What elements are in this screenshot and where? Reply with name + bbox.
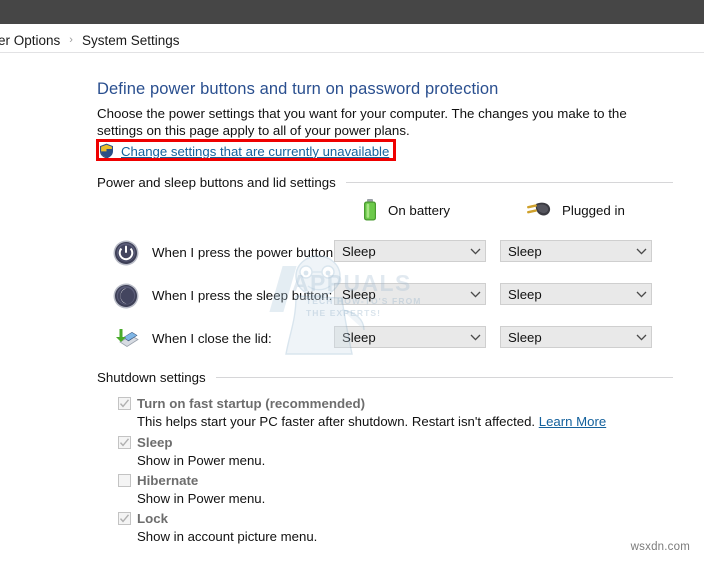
column-header-on-battery: On battery — [362, 198, 450, 222]
close-lid-plugged-dropdown[interactable]: Sleep — [500, 326, 652, 348]
fast-startup-description-text: This helps start your PC faster after sh… — [137, 414, 535, 429]
setting-row-close-lid-label: When I close the lid: — [152, 331, 272, 346]
control-panel-window: er Options › System Settings Define powe… — [0, 0, 704, 562]
laptop-lid-icon — [113, 326, 139, 352]
hibernate-label: Hibernate — [137, 473, 198, 488]
lock-label: Lock — [137, 511, 168, 526]
breadcrumb-item-system-settings[interactable]: System Settings — [82, 33, 180, 48]
fast-startup-label: Turn on fast startup (recommended) — [137, 396, 365, 411]
plug-icon — [524, 200, 552, 220]
power-button-battery-value: Sleep — [342, 244, 465, 259]
sleep-checkbox[interactable] — [118, 436, 131, 449]
shutdown-section-header-label: Shutdown settings — [97, 370, 216, 385]
setting-row-power-button-label: When I press the power button: — [152, 245, 337, 260]
chevron-down-icon — [465, 327, 485, 347]
close-lid-plugged-value: Sleep — [508, 330, 631, 345]
page-description: Choose the power settings that you want … — [97, 105, 664, 139]
lock-checkbox[interactable] — [118, 512, 131, 525]
fast-startup-description: This helps start your PC faster after sh… — [137, 414, 606, 429]
fast-startup-checkbox[interactable] — [118, 397, 131, 410]
shield-icon — [99, 143, 114, 159]
setting-row-sleep-button: When I press the sleep button: Sleep Sle… — [0, 283, 704, 313]
shutdown-section-divider — [216, 377, 673, 378]
battery-icon — [362, 198, 378, 222]
sleep-description: Show in Power menu. — [137, 453, 265, 468]
setting-row-close-lid: When I close the lid: Sleep Sleep — [0, 326, 704, 356]
sleep-button-plugged-value: Sleep — [508, 287, 631, 302]
sleep-button-battery-value: Sleep — [342, 287, 465, 302]
chevron-right-icon: › — [69, 34, 73, 46]
power-button-battery-dropdown[interactable]: Sleep — [334, 240, 486, 262]
power-button-icon — [113, 240, 139, 266]
setting-row-power-button: When I press the power button: Sleep Sle… — [0, 240, 704, 270]
chevron-down-icon — [631, 284, 651, 304]
lock-description: Show in account picture menu. — [137, 529, 317, 544]
shutdown-section-header: Shutdown settings — [97, 370, 673, 385]
close-lid-battery-dropdown[interactable]: Sleep — [334, 326, 486, 348]
power-button-plugged-dropdown[interactable]: Sleep — [500, 240, 652, 262]
power-button-plugged-value: Sleep — [508, 244, 631, 259]
sleep-button-battery-dropdown[interactable]: Sleep — [334, 283, 486, 305]
column-header-plugged-in-label: Plugged in — [562, 203, 625, 218]
change-settings-link-row[interactable]: Change settings that are currently unava… — [99, 142, 389, 160]
column-headers: On battery Plugged in — [0, 198, 704, 230]
power-section-header: Power and sleep buttons and lid settings — [97, 175, 673, 190]
sleep-button-plugged-dropdown[interactable]: Sleep — [500, 283, 652, 305]
sleep-moon-icon — [113, 283, 139, 309]
power-section-header-label: Power and sleep buttons and lid settings — [97, 175, 346, 190]
breadcrumb: er Options › System Settings — [0, 29, 704, 51]
chevron-down-icon — [465, 284, 485, 304]
sleep-label: Sleep — [137, 435, 172, 450]
window-title-bar — [0, 0, 704, 24]
power-section-divider — [346, 182, 673, 183]
hibernate-checkbox[interactable] — [118, 474, 131, 487]
hibernate-description: Show in Power menu. — [137, 491, 265, 506]
breadcrumb-item-power-options[interactable]: er Options — [0, 33, 60, 48]
chevron-down-icon — [631, 327, 651, 347]
column-header-on-battery-label: On battery — [388, 203, 450, 218]
chevron-down-icon — [631, 241, 651, 261]
setting-row-sleep-button-label: When I press the sleep button: — [152, 288, 332, 303]
column-header-plugged-in: Plugged in — [524, 200, 625, 220]
change-settings-link[interactable]: Change settings that are currently unava… — [121, 144, 389, 159]
settings-content: Define power buttons and turn on passwor… — [0, 53, 704, 562]
close-lid-battery-value: Sleep — [342, 330, 465, 345]
chevron-down-icon — [465, 241, 485, 261]
learn-more-link[interactable]: Learn More — [539, 414, 606, 429]
footer-watermark: wsxdn.com — [631, 541, 690, 553]
page-title: Define power buttons and turn on passwor… — [97, 80, 498, 99]
